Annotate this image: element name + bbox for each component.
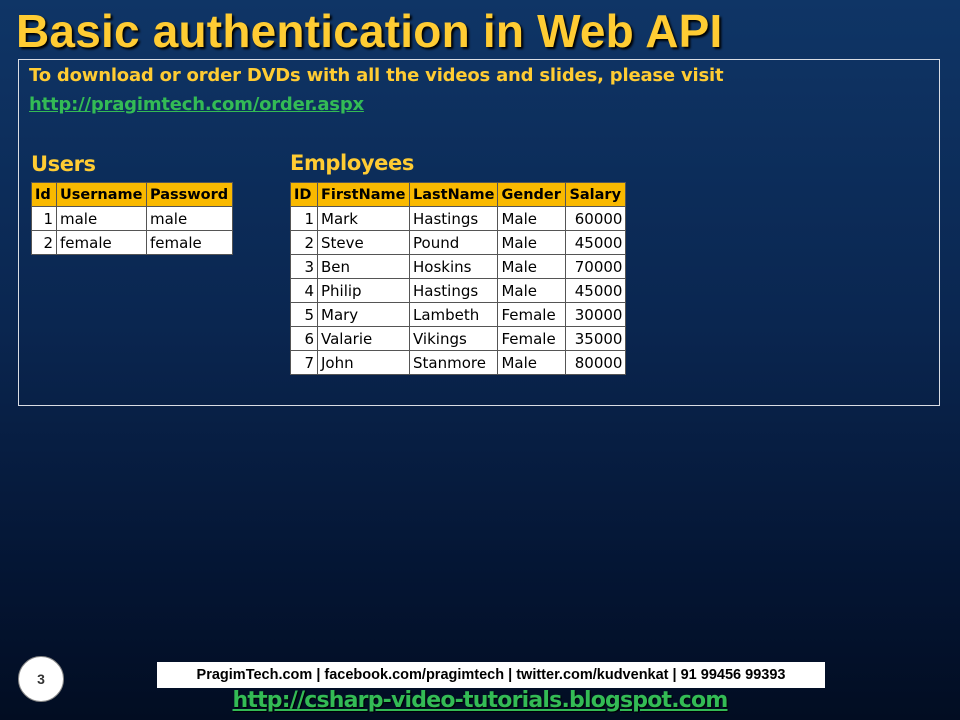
table-cell: 3 (290, 254, 318, 279)
table-row: 3 Ben Hoskins Male 70000 (290, 254, 627, 279)
table-cell: 45000 (565, 230, 627, 255)
table-cell: 30000 (565, 302, 627, 327)
table-cell: 5 (290, 302, 318, 327)
column-header: LastName (408, 182, 499, 207)
column-header: Salary (565, 182, 627, 207)
table-row: 1 male male (31, 206, 233, 231)
table-cell: 6 (290, 326, 318, 351)
users-title: Users (31, 152, 96, 176)
table-cell: Hoskins (408, 254, 499, 279)
table-cell: Steve (317, 230, 410, 255)
table-cell: Vikings (408, 326, 499, 351)
table-cell: 80000 (565, 350, 627, 375)
table-row: 6 Valarie Vikings Female 35000 (290, 326, 627, 351)
table-cell: Mark (317, 206, 410, 231)
table-cell: Hastings (408, 278, 499, 303)
table-cell: female (146, 230, 233, 255)
table-cell: female (56, 230, 147, 255)
table-cell: male (56, 206, 147, 231)
table-cell: Mary (317, 302, 410, 327)
table-row: 2 Steve Pound Male 45000 (290, 230, 627, 255)
table-row: 4 Philip Hastings Male 45000 (290, 278, 627, 303)
intro-text: To download or order DVDs with all the v… (29, 65, 724, 86)
users-table: Id Username Password 1 male male 2 female fem… (31, 182, 233, 255)
employees-table: ID FirstName LastName Gender Salary 1 Mar… (290, 182, 627, 375)
column-header: Gender (497, 182, 567, 207)
table-cell: Male (497, 278, 567, 303)
column-header: Password (146, 182, 233, 207)
table-cell: Ben (317, 254, 410, 279)
column-header: Username (56, 182, 147, 207)
order-link[interactable]: http://pragimtech.com/order.aspx (29, 94, 364, 115)
table-cell: Male (497, 350, 567, 375)
table-cell: Stanmore (408, 350, 499, 375)
table-row: 7 John Stanmore Male 80000 (290, 350, 627, 375)
table-cell: 45000 (565, 278, 627, 303)
table-cell: Pound (408, 230, 499, 255)
table-cell: Valarie (317, 326, 410, 351)
table-cell: 35000 (565, 326, 627, 351)
table-cell: Female (497, 302, 567, 327)
table-cell: Philip (317, 278, 410, 303)
table-cell: Hastings (408, 206, 499, 231)
table-header-row: Id Username Password (31, 182, 233, 207)
table-row: 1 Mark Hastings Male 60000 (290, 206, 627, 231)
table-cell: 1 (31, 206, 57, 231)
content-box: To download or order DVDs with all the v… (18, 59, 940, 406)
footer-contact: PragimTech.com | facebook.com/pragimtech… (157, 662, 825, 688)
employees-title: Employees (290, 151, 414, 175)
column-header: FirstName (317, 182, 410, 207)
table-row: 5 Mary Lambeth Female 30000 (290, 302, 627, 327)
table-cell: male (146, 206, 233, 231)
table-cell: Male (497, 206, 567, 231)
table-cell: Lambeth (408, 302, 499, 327)
blog-link[interactable]: http://csharp-video-tutorials.blogspot.c… (0, 688, 960, 713)
table-header-row: ID FirstName LastName Gender Salary (290, 182, 627, 207)
table-cell: 7 (290, 350, 318, 375)
table-cell: 70000 (565, 254, 627, 279)
table-row: 2 female female (31, 230, 233, 255)
table-cell: Male (497, 230, 567, 255)
table-cell: 1 (290, 206, 318, 231)
table-cell: 4 (290, 278, 318, 303)
table-cell: 60000 (565, 206, 627, 231)
table-cell: Male (497, 254, 567, 279)
slide-title: Basic authentication in Web API (16, 5, 723, 57)
table-cell: 2 (290, 230, 318, 255)
table-cell: John (317, 350, 410, 375)
column-header: Id (31, 182, 57, 207)
column-header: ID (290, 182, 318, 207)
table-cell: Female (497, 326, 567, 351)
table-cell: 2 (31, 230, 57, 255)
